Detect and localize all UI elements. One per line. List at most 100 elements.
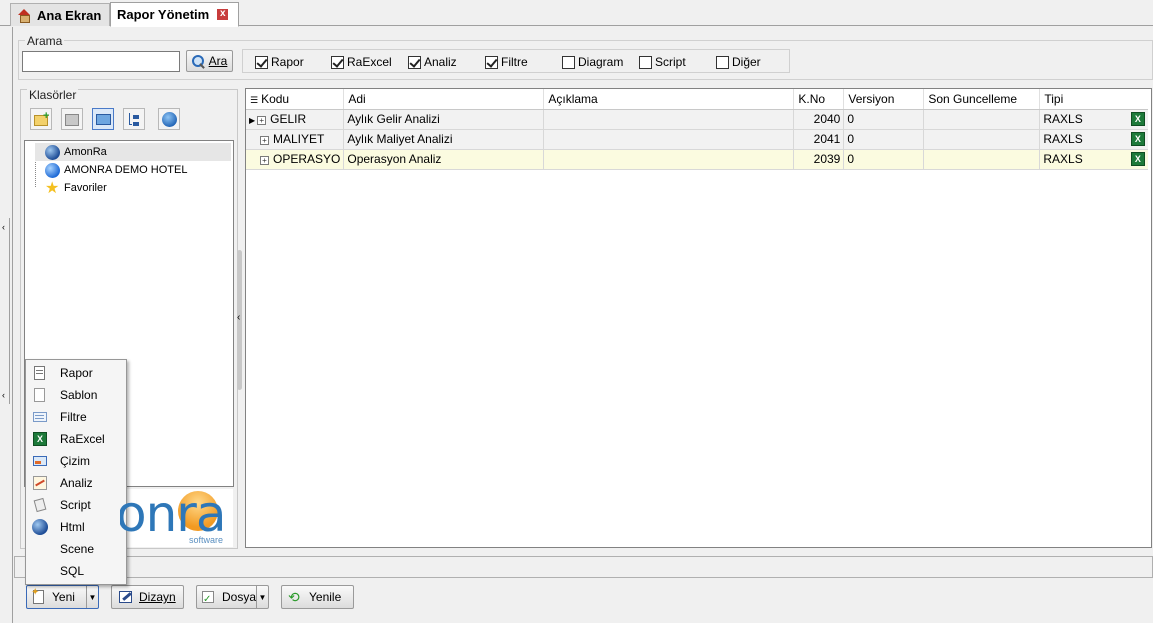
chart-icon: [32, 475, 48, 491]
chevron-left-icon: ‹: [2, 222, 5, 232]
cell-tipi: RAXLS: [1043, 112, 1083, 126]
tab-bar: Ana Ekran Rapor Yönetim x: [0, 0, 1153, 27]
report-table: ☰ Kodu Adi Açıklama K.No Versiyon Son Gun…: [246, 89, 1148, 170]
table-row[interactable]: ▶ + GELIR Aylık Gelir Analizi 2040 0 RAXLS…: [246, 109, 1148, 130]
cell-versiyon: 0: [843, 129, 925, 150]
new-item-menu: Rapor Sablon Filtre X RaExcel Çizim Anal…: [25, 359, 127, 585]
excel-icon: X: [1130, 152, 1145, 166]
column-header-versiyon[interactable]: Versiyon: [843, 89, 925, 110]
column-header-aciklama[interactable]: Açıklama: [543, 89, 795, 110]
filter-strip: Rapor RaExcel Analiz Filtre Diagram Scri…: [242, 49, 790, 73]
menu-item-script[interactable]: Script: [26, 494, 126, 516]
filter-rapor[interactable]: Rapor: [255, 55, 304, 69]
info-icon[interactable]: [158, 108, 180, 130]
search-group-label: Arama: [25, 34, 65, 48]
column-header-son-guncelleme[interactable]: Son Guncelleme: [923, 89, 1041, 110]
menu-item-label: Çizim: [60, 454, 90, 468]
panel-splitter[interactable]: ‹: [236, 250, 243, 390]
tree-item-favoriler[interactable]: Favoriler: [45, 178, 107, 197]
menu-item-sablon[interactable]: Sablon: [26, 384, 126, 406]
new-button[interactable]: ✦ Yeni ▼: [26, 585, 99, 609]
cell-kodu: GELIR: [270, 112, 307, 126]
menu-item-label: Analiz: [60, 476, 93, 490]
menu-item-sql[interactable]: SQL: [26, 560, 126, 582]
menu-item-label: Scene: [60, 542, 95, 556]
filter-diger[interactable]: Diğer: [716, 55, 761, 69]
tree-icon[interactable]: [123, 108, 145, 130]
excel-icon: X: [1130, 112, 1145, 126]
column-header-kodu[interactable]: ☰ Kodu: [246, 89, 345, 110]
filter-label: Analiz: [424, 55, 457, 69]
tree-item-amonra-demo-hotel[interactable]: AMONRA DEMO HOTEL: [45, 161, 187, 179]
column-chooser-icon[interactable]: ☰: [250, 95, 258, 105]
menu-item-label: SQL: [60, 564, 85, 578]
filter-script[interactable]: Script: [639, 55, 686, 69]
search-input[interactable]: [22, 51, 180, 72]
tab-ana-ekran[interactable]: Ana Ekran: [10, 3, 110, 26]
chevron-down-icon[interactable]: ▼: [86, 586, 98, 608]
expand-icon[interactable]: +: [257, 116, 267, 125]
menu-item-label: Html: [60, 520, 85, 534]
column-header-kno[interactable]: K.No: [793, 89, 845, 110]
menu-item-analiz[interactable]: Analiz: [26, 472, 126, 494]
close-icon[interactable]: x: [217, 9, 229, 20]
menu-item-scene[interactable]: Scene: [26, 538, 126, 560]
menu-item-label: Sablon: [60, 388, 98, 402]
search-icon: [191, 54, 205, 68]
report-grid: ☰ Kodu Adi Açıklama K.No Versiyon Son Gun…: [245, 88, 1152, 548]
folders-label: Klasörler: [27, 88, 79, 102]
refresh-button[interactable]: ⟲ Yenile: [281, 585, 354, 609]
side-splitter[interactable]: ‹ ‹: [0, 218, 10, 404]
search-button[interactable]: Ara: [186, 50, 233, 72]
tab-label: Ana Ekran: [37, 7, 102, 23]
menu-item-html[interactable]: Html: [26, 516, 126, 538]
cell-tipi: RAXLS: [1043, 152, 1083, 166]
menu-item-cizim[interactable]: Çizim: [26, 450, 126, 472]
home-icon: [17, 8, 31, 23]
filter-label: Diğer: [732, 55, 761, 69]
expand-icon[interactable]: +: [260, 156, 269, 165]
table-row[interactable]: + OPERASYO Operasyon Analiz 2039 0 RAXLS X: [246, 149, 1148, 170]
checkbox-icon: [331, 55, 344, 69]
tree-item-amonra[interactable]: AmonRa: [35, 143, 231, 161]
script-icon: [32, 497, 48, 513]
cell-adi: Aylık Maliyet Analizi: [343, 129, 545, 150]
column-label: K.No: [798, 91, 826, 106]
table-header: ☰ Kodu Adi Açıklama K.No Versiyon Son Gun…: [246, 89, 1148, 110]
pencil-icon: [118, 590, 134, 604]
cell-versiyon: 0: [843, 109, 925, 130]
excel-icon: X: [32, 431, 48, 447]
menu-item-filtre[interactable]: Filtre: [26, 406, 126, 428]
menu-item-label: RaExcel: [60, 432, 105, 446]
tree-item-label: AMONRA DEMO HOTEL: [64, 164, 188, 176]
globe-icon: [32, 519, 48, 535]
tab-label: Rapor Yönetim: [117, 7, 210, 22]
checkbox-icon: [716, 55, 729, 69]
open-folder-icon[interactable]: [92, 108, 114, 130]
filter-diagram[interactable]: Diagram: [562, 55, 623, 69]
file-button[interactable]: ✓ Dosya ▼: [196, 585, 269, 609]
chevron-down-icon[interactable]: ▼: [256, 586, 268, 608]
filter-raexcel[interactable]: RaExcel: [331, 55, 392, 69]
filter-filtre[interactable]: Filtre: [485, 55, 528, 69]
delete-folder-icon[interactable]: [61, 108, 83, 130]
column-header-tipi[interactable]: Tipi: [1039, 89, 1148, 110]
blank-icon: [32, 563, 48, 579]
file-button-label: Dosya: [222, 590, 257, 604]
chevron-left-icon: ‹: [2, 390, 5, 400]
new-folder-icon[interactable]: +: [30, 108, 52, 130]
new-document-icon: ✦: [31, 587, 47, 604]
menu-item-label: Script: [60, 498, 91, 512]
table-row[interactable]: + MALIYET Aylık Maliyet Analizi 2041 0 RA…: [246, 129, 1148, 150]
filter-label: Filtre: [501, 55, 528, 69]
column-header-adi[interactable]: Adi: [343, 89, 545, 110]
design-button[interactable]: Dizayn: [111, 585, 184, 609]
report-icon: [32, 365, 48, 381]
cell-adi: Operasyon Analiz: [343, 149, 545, 170]
globe-icon: [45, 162, 60, 178]
menu-item-raexcel[interactable]: X RaExcel: [26, 428, 126, 450]
menu-item-rapor[interactable]: Rapor: [26, 362, 126, 384]
tab-rapor-yonetim[interactable]: Rapor Yönetim x: [110, 2, 239, 27]
expand-icon[interactable]: +: [260, 136, 269, 145]
filter-analiz[interactable]: Analiz: [408, 55, 457, 69]
